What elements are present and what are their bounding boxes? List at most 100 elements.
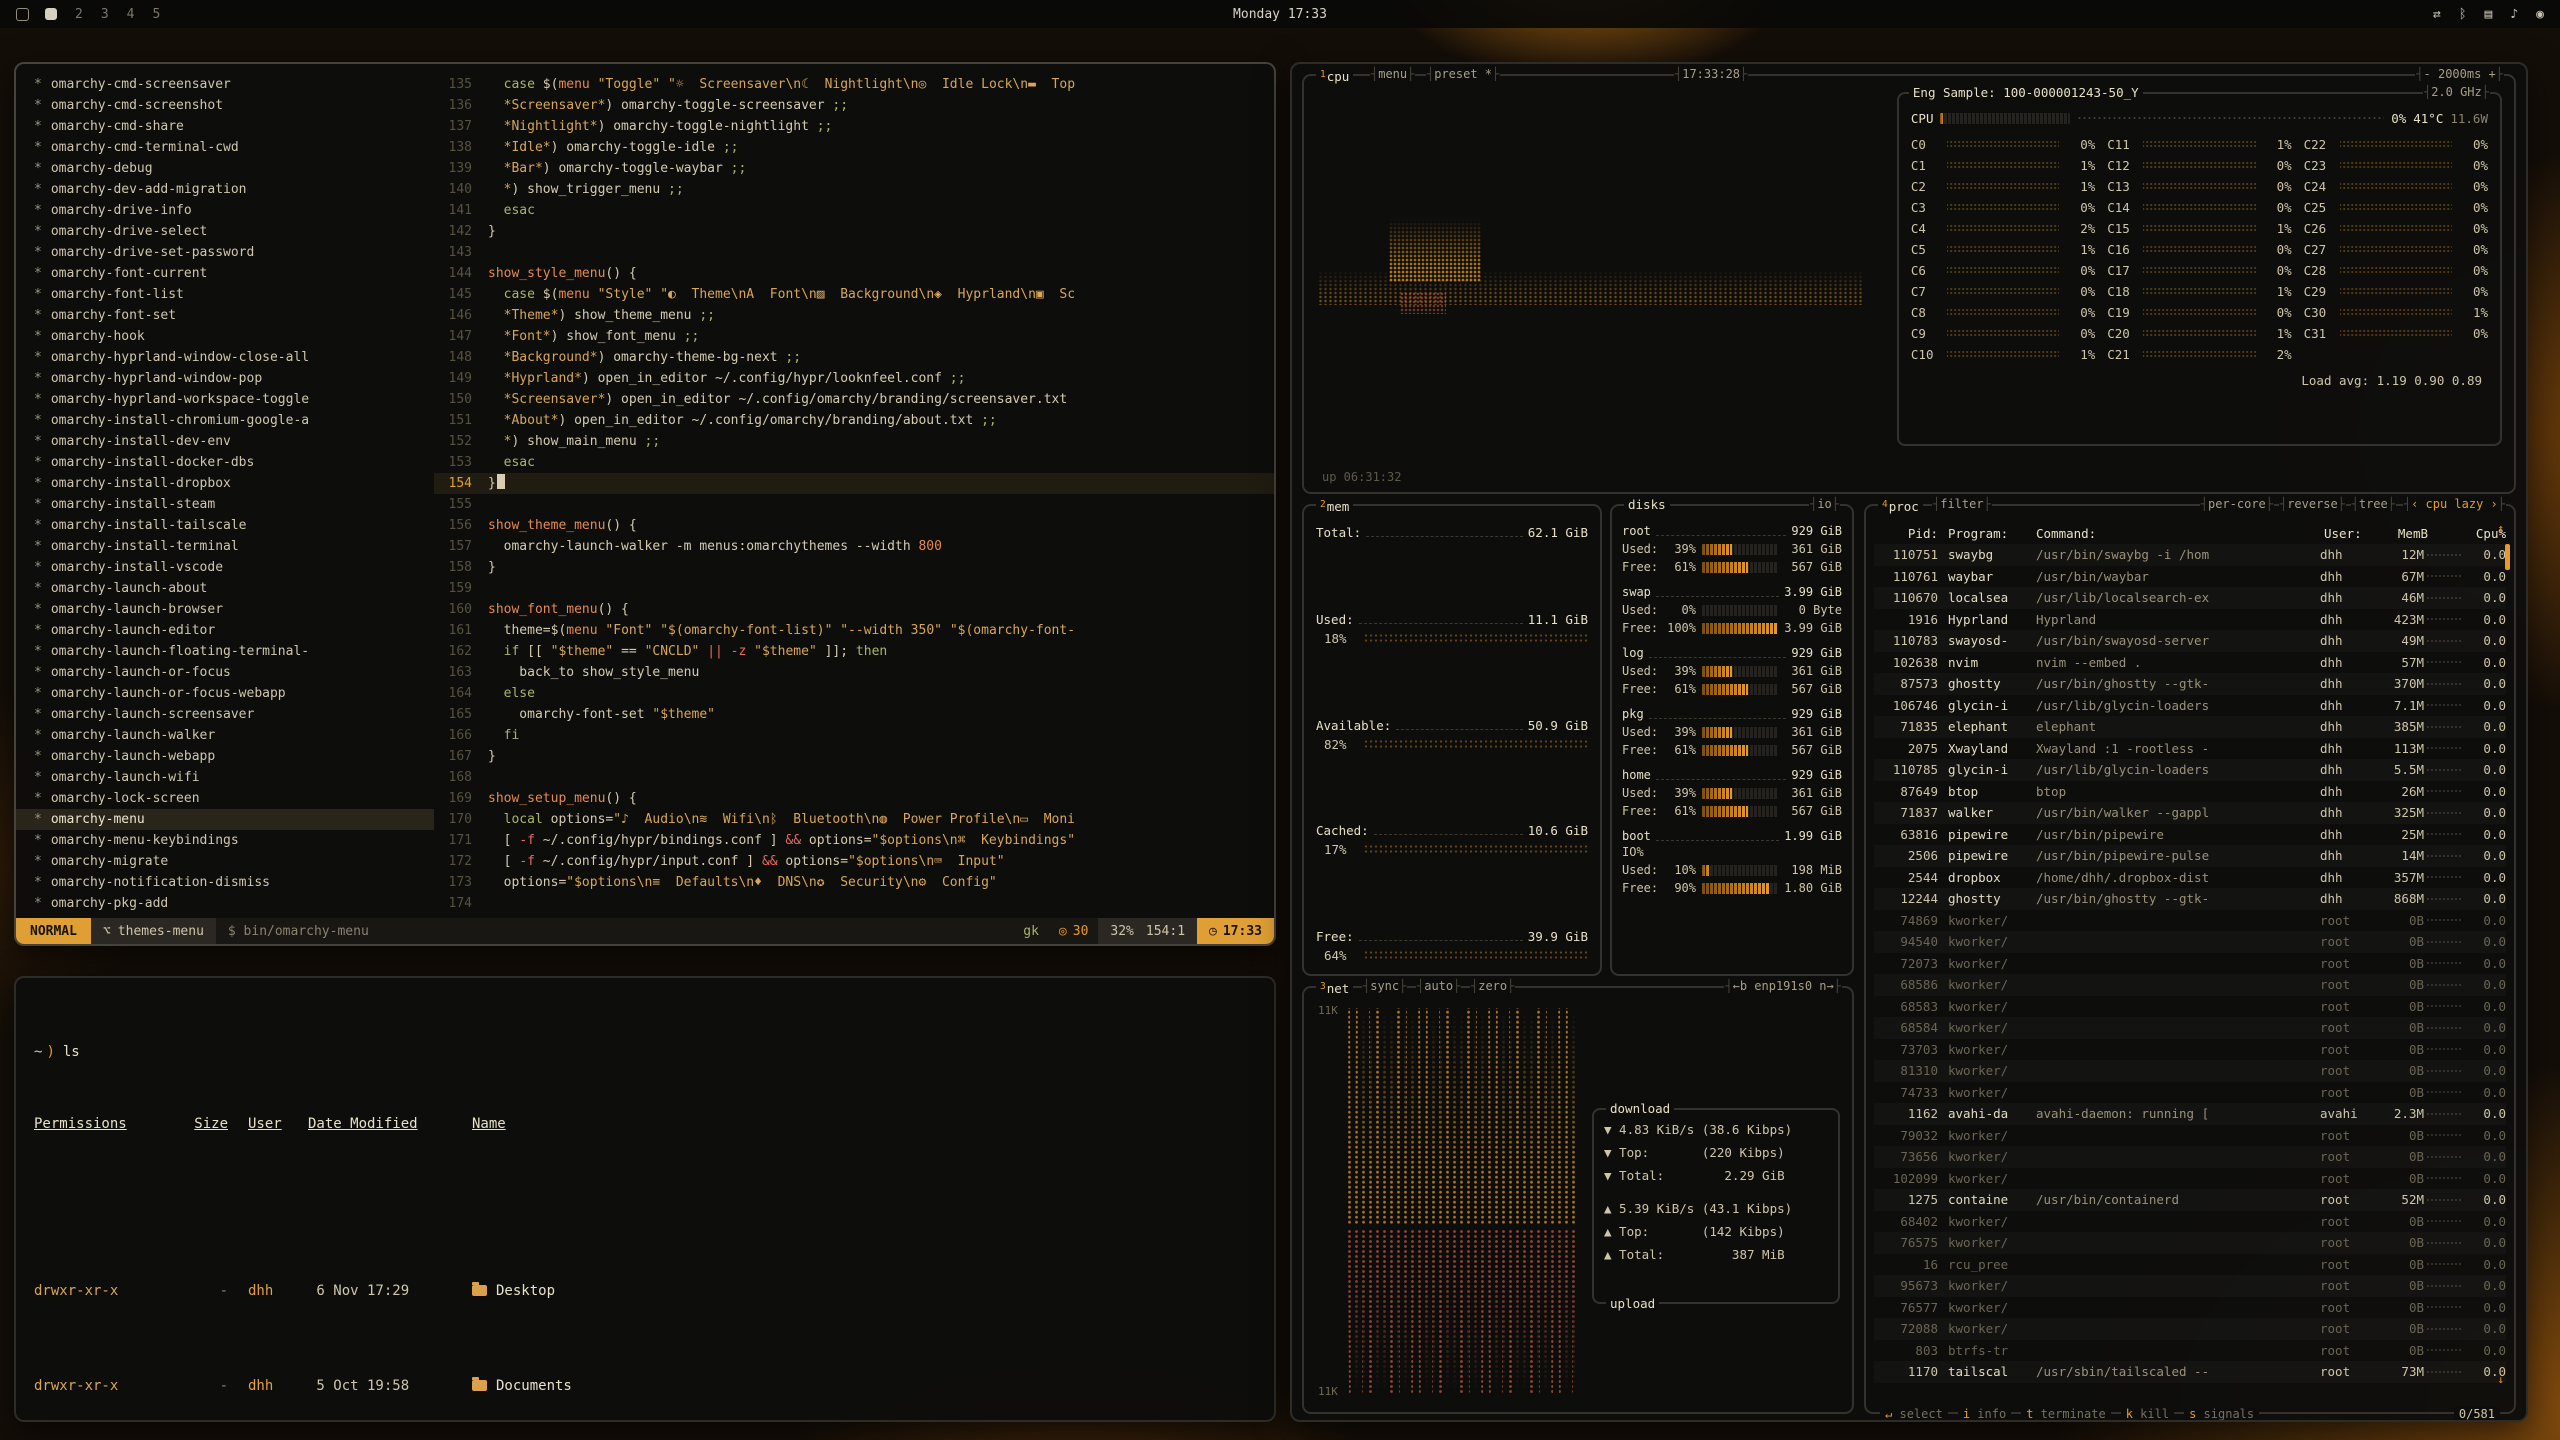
process-row[interactable]: 95673 kworker/ root 0B 0.0 [1874, 1275, 2506, 1297]
code-line[interactable]: 156 show_theme_menu() { [434, 515, 1274, 536]
process-row[interactable]: 79032 kworker/ root 0B 0.0 [1874, 1125, 2506, 1147]
process-row[interactable]: 73703 kworker/ root 0B 0.0 [1874, 1039, 2506, 1061]
refresh-interval-control[interactable]: - 2000ms + [2415, 67, 2504, 82]
process-row[interactable]: 803 btrfs-tr root 0B 0.0 [1874, 1340, 2506, 1362]
file-tree-item[interactable]: *omarchy-menu-keybindings [16, 830, 434, 851]
process-row[interactable]: 2075 Xwayland Xwayland :1 -rootless - dh… [1874, 738, 2506, 760]
code-line[interactable]: 150 *Screensaver*) open_in_editor ~/.con… [434, 389, 1274, 410]
code-line[interactable]: 170 local options="♪ Audio\n≋ Wifi\nᛒ Bl… [434, 809, 1274, 830]
code-line[interactable]: 161 theme=$(menu "Font" "$(omarchy-font-… [434, 620, 1274, 641]
code-line[interactable]: 163 back_to show_style_menu [434, 662, 1274, 683]
process-row[interactable]: 68402 kworker/ root 0B 0.0 [1874, 1211, 2506, 1233]
code-line[interactable]: 136 *Screensaver*) omarchy-toggle-screen… [434, 95, 1274, 116]
file-tree-item[interactable]: *omarchy-launch-about [16, 578, 434, 599]
code-line[interactable]: 160 show_font_menu() { [434, 599, 1274, 620]
net-zero-button[interactable]: zero [1470, 979, 1515, 994]
process-table-header[interactable]: Pid: Program: Command: User: MemB Cpu% [1874, 522, 2506, 544]
workspace-number[interactable]: 4 [125, 7, 137, 22]
workspace-1-active[interactable] [45, 8, 57, 20]
process-row[interactable]: 110761 waybar /usr/bin/waybar dhh 67M 0.… [1874, 566, 2506, 588]
code-line[interactable]: 154 } [434, 473, 1274, 494]
code-line[interactable]: 142 } [434, 221, 1274, 242]
clock[interactable]: Monday 17:33 [1233, 7, 1327, 22]
file-tree-item[interactable]: *omarchy-install-chromium-google-a [16, 410, 434, 431]
process-row[interactable]: 87649 btop btop dhh 26M 0.0 [1874, 781, 2506, 803]
workspace-number[interactable]: 5 [150, 7, 162, 22]
code-line[interactable]: 162 if [[ "$theme" == "CNCLD" || -z "$th… [434, 641, 1274, 662]
process-row[interactable]: 68586 kworker/ root 0B 0.0 [1874, 974, 2506, 996]
code-line[interactable]: 146 *Theme*) show_theme_menu ;; [434, 305, 1274, 326]
code-line[interactable]: 167 } [434, 746, 1274, 767]
code-line[interactable]: 155 [434, 494, 1274, 515]
file-tree-item[interactable]: *omarchy-drive-info [16, 200, 434, 221]
code-line[interactable]: 137 *Nightlight*) omarchy-toggle-nightli… [434, 116, 1274, 137]
process-row[interactable]: 1170 tailscal /usr/sbin/tailscaled -- ro… [1874, 1361, 2506, 1383]
file-tree-item[interactable]: *omarchy-install-steam [16, 494, 434, 515]
net-interface-selector[interactable]: ←b enp191s0 n→ [1724, 979, 1842, 994]
process-row[interactable]: 87573 ghostty /usr/bin/ghostty --gtk- dh… [1874, 673, 2506, 695]
code-line[interactable]: 149 *Hyprland*) open_in_editor ~/.config… [434, 368, 1274, 389]
file-tree-item[interactable]: *omarchy-hyprland-window-close-all [16, 347, 434, 368]
process-row[interactable]: 68584 kworker/ root 0B 0.0 [1874, 1017, 2506, 1039]
file-tree-item[interactable]: *omarchy-cmd-terminal-cwd [16, 137, 434, 158]
process-row[interactable]: 76575 kworker/ root 0B 0.0 [1874, 1232, 2506, 1254]
file-tree-item[interactable]: *omarchy-hyprland-window-pop [16, 368, 434, 389]
tray-icon[interactable]: ◉ [2536, 7, 2544, 22]
file-tree-item[interactable]: *omarchy-install-vscode [16, 557, 434, 578]
file-tree-item[interactable]: *omarchy-install-tailscale [16, 515, 434, 536]
process-row[interactable]: 68583 kworker/ root 0B 0.0 [1874, 996, 2506, 1018]
sort-selector[interactable]: ‹ cpu lazy › [2403, 497, 2506, 512]
process-row[interactable]: 2544 dropbox /home/dhh/.dropbox-dist dhh… [1874, 867, 2506, 889]
process-row[interactable]: 72073 kworker/ root 0B 0.0 [1874, 953, 2506, 975]
file-tree-item[interactable]: *omarchy-launch-screensaver [16, 704, 434, 725]
code-line[interactable]: 166 fi [434, 725, 1274, 746]
process-row[interactable]: 73656 kworker/ root 0B 0.0 [1874, 1146, 2506, 1168]
code-line[interactable]: 139 *Bar*) omarchy-toggle-waybar ;; [434, 158, 1274, 179]
file-tree-item[interactable]: *omarchy-launch-or-focus [16, 662, 434, 683]
code-line[interactable]: 148 *Background*) omarchy-theme-bg-next … [434, 347, 1274, 368]
reverse-toggle[interactable]: reverse [2279, 497, 2346, 512]
process-row[interactable]: 81310 kworker/ root 0B 0.0 [1874, 1060, 2506, 1082]
filter-button[interactable]: filter [1932, 497, 1992, 512]
process-row[interactable]: 102099 kworker/ root 0B 0.0 [1874, 1168, 2506, 1190]
code-line[interactable]: 152 *) show_main_menu ;; [434, 431, 1274, 452]
scroll-up-icon[interactable]: ↑ [2497, 522, 2504, 535]
workspace-number[interactable]: 2 [73, 7, 85, 22]
terminal-window[interactable]: ~)ls Permissions Size User Date Modified… [14, 976, 1276, 1422]
per-core-toggle[interactable]: per-core [2200, 497, 2274, 512]
code-line[interactable]: 140 *) show_trigger_menu ;; [434, 179, 1274, 200]
file-tree-item[interactable]: *omarchy-cmd-screenshot [16, 95, 434, 116]
file-tree-item[interactable]: *omarchy-pkg-add [16, 893, 434, 914]
process-row[interactable]: 12244 ghostty /usr/bin/ghostty --gtk- dh… [1874, 888, 2506, 910]
scrollbar-thumb[interactable] [2505, 544, 2510, 570]
file-tree-item[interactable]: *omarchy-install-terminal [16, 536, 434, 557]
process-row[interactable]: 1275 containe /usr/bin/containerd root 5… [1874, 1189, 2506, 1211]
code-line[interactable]: 138 *Idle*) omarchy-toggle-idle ;; [434, 137, 1274, 158]
code-line[interactable]: 174 [434, 893, 1274, 914]
process-row[interactable]: 76577 kworker/ root 0B 0.0 [1874, 1297, 2506, 1319]
process-row[interactable]: 74733 kworker/ root 0B 0.0 [1874, 1082, 2506, 1104]
proc-action-button[interactable]: s signals [2184, 1407, 2259, 1421]
file-tree-item[interactable]: *omarchy-launch-wifi [16, 767, 434, 788]
process-row[interactable]: 110670 localsea /usr/lib/localsearch-ex … [1874, 587, 2506, 609]
code-line[interactable]: 157 omarchy-launch-walker -m menus:omarc… [434, 536, 1274, 557]
process-row[interactable]: 94540 kworker/ root 0B 0.0 [1874, 931, 2506, 953]
code-line[interactable]: 141 esac [434, 200, 1274, 221]
workspace-number[interactable]: 3 [99, 7, 111, 22]
file-tree-item[interactable]: *omarchy-migrate [16, 851, 434, 872]
code-line[interactable]: 159 [434, 578, 1274, 599]
menu-button[interactable]: menu [1370, 67, 1415, 82]
file-tree-item[interactable]: *omarchy-launch-editor [16, 620, 434, 641]
process-row[interactable]: 106746 glycin-i /usr/lib/glycin-loaders … [1874, 695, 2506, 717]
file-tree-item[interactable]: *omarchy-install-dev-env [16, 431, 434, 452]
code-line[interactable]: 165 omarchy-font-set "$theme" [434, 704, 1274, 725]
proc-action-button[interactable]: ↵ select [1880, 1407, 1948, 1421]
proc-action-button[interactable]: t terminate [2021, 1407, 2111, 1421]
process-row[interactable]: 71837 walker /usr/bin/walker --gappl dhh… [1874, 802, 2506, 824]
process-row[interactable]: 1162 avahi-da avahi-daemon: running [ av… [1874, 1103, 2506, 1125]
file-tree-item[interactable]: *omarchy-launch-or-focus-webapp [16, 683, 434, 704]
net-auto-button[interactable]: auto [1416, 979, 1461, 994]
process-row[interactable]: 102638 nvim nvim --embed . dhh 57M 0.0 [1874, 652, 2506, 674]
code-line[interactable]: 151 *About*) open_in_editor ~/.config/om… [434, 410, 1274, 431]
code-line[interactable]: 144 show_style_menu() { [434, 263, 1274, 284]
